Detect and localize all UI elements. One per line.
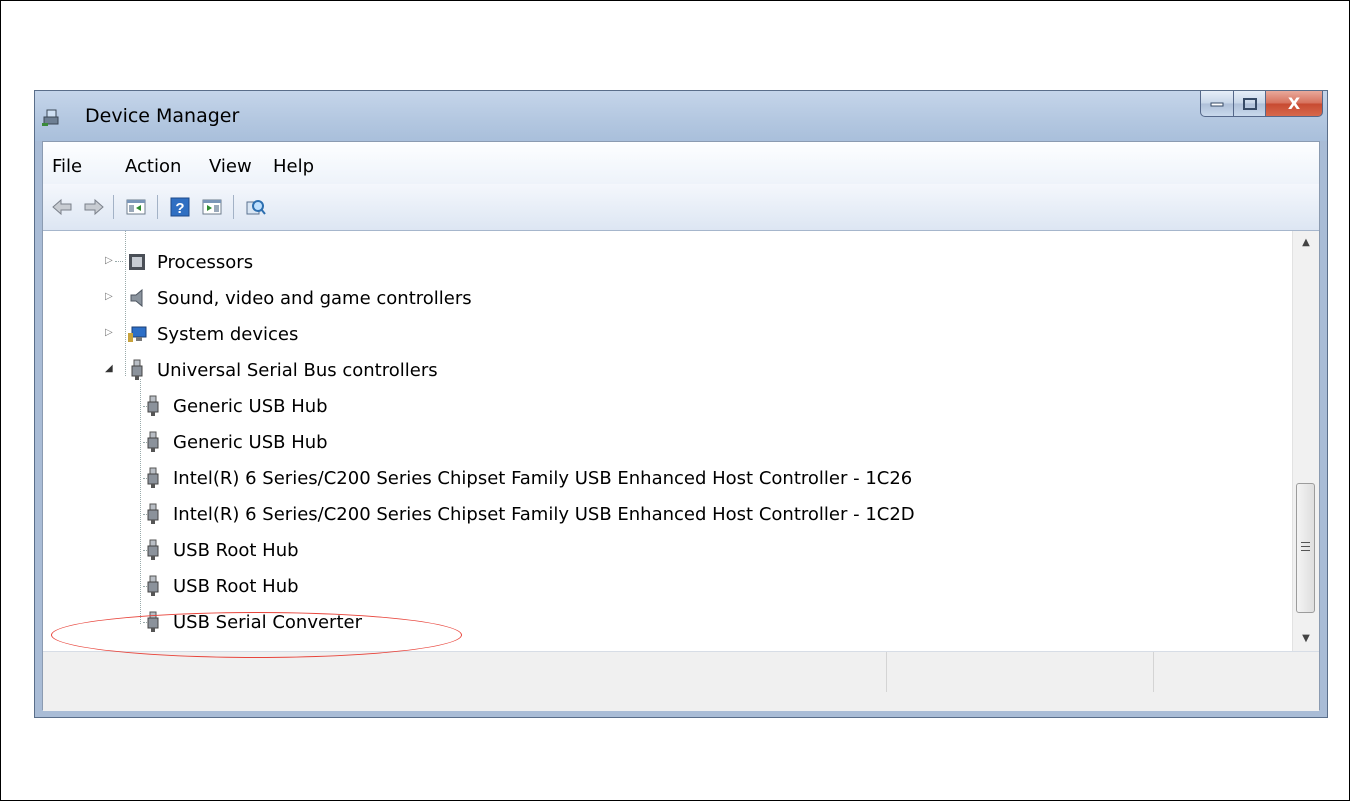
- toolbar: ?: [43, 184, 1319, 231]
- status-bar: [43, 652, 1319, 711]
- tree-item-label: Sound, video and game controllers: [157, 287, 472, 309]
- tree-item-label: Generic USB Hub: [173, 395, 328, 417]
- usb-plug-icon: [131, 359, 143, 380]
- grip-line: [1301, 546, 1310, 547]
- toolbar-separator: [233, 195, 234, 219]
- list-item[interactable]: Intel(R) 6 Series/C200 Series Chipset Fa…: [143, 499, 915, 529]
- usb-plug-icon: [147, 539, 159, 560]
- minimize-button[interactable]: [1200, 91, 1234, 117]
- tree-item-system-devices[interactable]: ▷ System devices: [105, 319, 298, 349]
- system-devices-icon: [128, 326, 147, 342]
- vertical-scrollbar[interactable]: ▲ ▼: [1292, 231, 1319, 651]
- usb-plug-icon: [147, 431, 159, 452]
- list-item[interactable]: USB Root Hub: [143, 571, 299, 601]
- toolbar-separator: [113, 195, 114, 219]
- scroll-up-arrow-icon[interactable]: ▲: [1293, 231, 1319, 255]
- speaker-icon: [130, 288, 143, 308]
- tree-item-label: USB Root Hub: [173, 575, 299, 597]
- status-divider: [1153, 652, 1154, 692]
- back-icon[interactable]: [51, 196, 73, 218]
- expand-arrow-icon[interactable]: ▷: [105, 255, 113, 266]
- usb-plug-icon: [147, 575, 159, 596]
- action-pane-icon[interactable]: [201, 196, 223, 218]
- expand-arrow-icon[interactable]: ▷: [105, 327, 113, 338]
- scroll-down-arrow-icon[interactable]: ▼: [1293, 627, 1319, 651]
- tree-line: [140, 379, 141, 624]
- collapse-arrow-icon[interactable]: ◢: [105, 363, 113, 374]
- scan-hardware-icon[interactable]: [245, 196, 267, 218]
- forward-icon[interactable]: [83, 196, 105, 218]
- usb-plug-icon: [147, 467, 159, 488]
- list-item[interactable]: USB Root Hub: [143, 535, 299, 565]
- show-hide-console-tree-icon[interactable]: [125, 196, 147, 218]
- close-button[interactable]: X: [1266, 91, 1323, 117]
- device-tree: ▷ Processors ▷ Sound, video and game con…: [43, 231, 1319, 652]
- grip-line: [1301, 550, 1310, 551]
- device-manager-icon: [42, 109, 59, 126]
- maximize-button[interactable]: [1234, 91, 1266, 117]
- usb-plug-icon: [147, 395, 159, 416]
- tree-item-sound-video-game[interactable]: ▷ Sound, video and game controllers: [105, 283, 472, 313]
- tree-item-label: USB Root Hub: [173, 539, 299, 561]
- list-item[interactable]: Generic USB Hub: [143, 391, 328, 421]
- usb-plug-icon: [147, 503, 159, 524]
- tree-item-label: Universal Serial Bus controllers: [157, 359, 438, 381]
- menu-file[interactable]: File: [52, 156, 82, 177]
- menu-bar: File Action View Help: [43, 142, 1319, 184]
- highlight-ellipse: [51, 612, 462, 658]
- menu-action[interactable]: Action: [125, 156, 181, 177]
- scrollbar-thumb[interactable]: [1296, 483, 1315, 613]
- list-item[interactable]: Generic USB Hub: [143, 427, 328, 457]
- window-title: Device Manager: [85, 105, 240, 127]
- status-divider: [886, 652, 887, 692]
- expand-arrow-icon[interactable]: ▷: [105, 291, 113, 302]
- minimize-icon: [1210, 102, 1224, 106]
- tree-item-label: System devices: [157, 323, 299, 345]
- tree-item-usb-controllers[interactable]: ◢ Universal Serial Bus controllers: [105, 355, 438, 385]
- tree-item-label: Intel(R) 6 Series/C200 Series Chipset Fa…: [173, 503, 915, 525]
- tree-item-processors[interactable]: ▷ Processors: [105, 247, 253, 277]
- tree-item-label: Generic USB Hub: [173, 431, 328, 453]
- title-bar[interactable]: Device Manager X: [35, 91, 1327, 141]
- toolbar-separator: [157, 195, 158, 219]
- help-icon[interactable]: ?: [169, 196, 191, 218]
- svg-text:?: ?: [175, 200, 184, 217]
- grip-line: [1301, 542, 1310, 543]
- menu-view[interactable]: View: [209, 156, 252, 177]
- tree-item-label: Intel(R) 6 Series/C200 Series Chipset Fa…: [173, 467, 913, 489]
- close-icon: X: [1287, 94, 1301, 113]
- caption-buttons: X: [1200, 91, 1323, 118]
- maximize-icon: [1242, 97, 1257, 110]
- processor-icon: [129, 254, 145, 270]
- tree-item-label: Processors: [157, 251, 254, 273]
- list-item[interactable]: Intel(R) 6 Series/C200 Series Chipset Fa…: [143, 463, 912, 493]
- tree-line: [115, 261, 123, 262]
- menu-help[interactable]: Help: [273, 156, 314, 177]
